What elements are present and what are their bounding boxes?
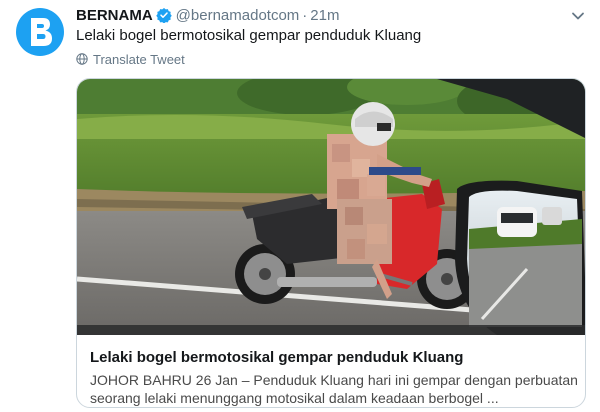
separator-dot: · bbox=[302, 6, 308, 24]
translate-tweet-link[interactable]: Translate Tweet bbox=[76, 51, 185, 67]
tweet-text: Lelaki bogel bermotosikal gempar pendudu… bbox=[76, 27, 422, 44]
card-title[interactable]: Lelaki bogel bermotosikal gempar pendudu… bbox=[90, 349, 463, 366]
chevron-down-icon[interactable] bbox=[570, 8, 586, 24]
link-card[interactable]: Lelaki bogel bermotosikal gempar pendudu… bbox=[76, 78, 586, 408]
globe-icon bbox=[76, 53, 88, 65]
bernama-logo-icon bbox=[31, 18, 52, 46]
verified-badge-icon bbox=[155, 7, 172, 23]
tweet-timestamp[interactable]: 21m bbox=[310, 7, 339, 24]
card-description: JOHOR BAHRU 26 Jan – Penduduk Kluang har… bbox=[90, 372, 578, 406]
side-mirror bbox=[455, 180, 585, 335]
author-name[interactable]: BERNAMA bbox=[76, 7, 153, 24]
translate-label: Translate Tweet bbox=[93, 51, 185, 67]
tweet-header: BERNAMA @bernamadotcom · 21m bbox=[76, 5, 570, 25]
avatar[interactable] bbox=[16, 8, 64, 56]
card-photo bbox=[77, 79, 585, 335]
author-handle[interactable]: @bernamadotcom bbox=[176, 7, 300, 24]
